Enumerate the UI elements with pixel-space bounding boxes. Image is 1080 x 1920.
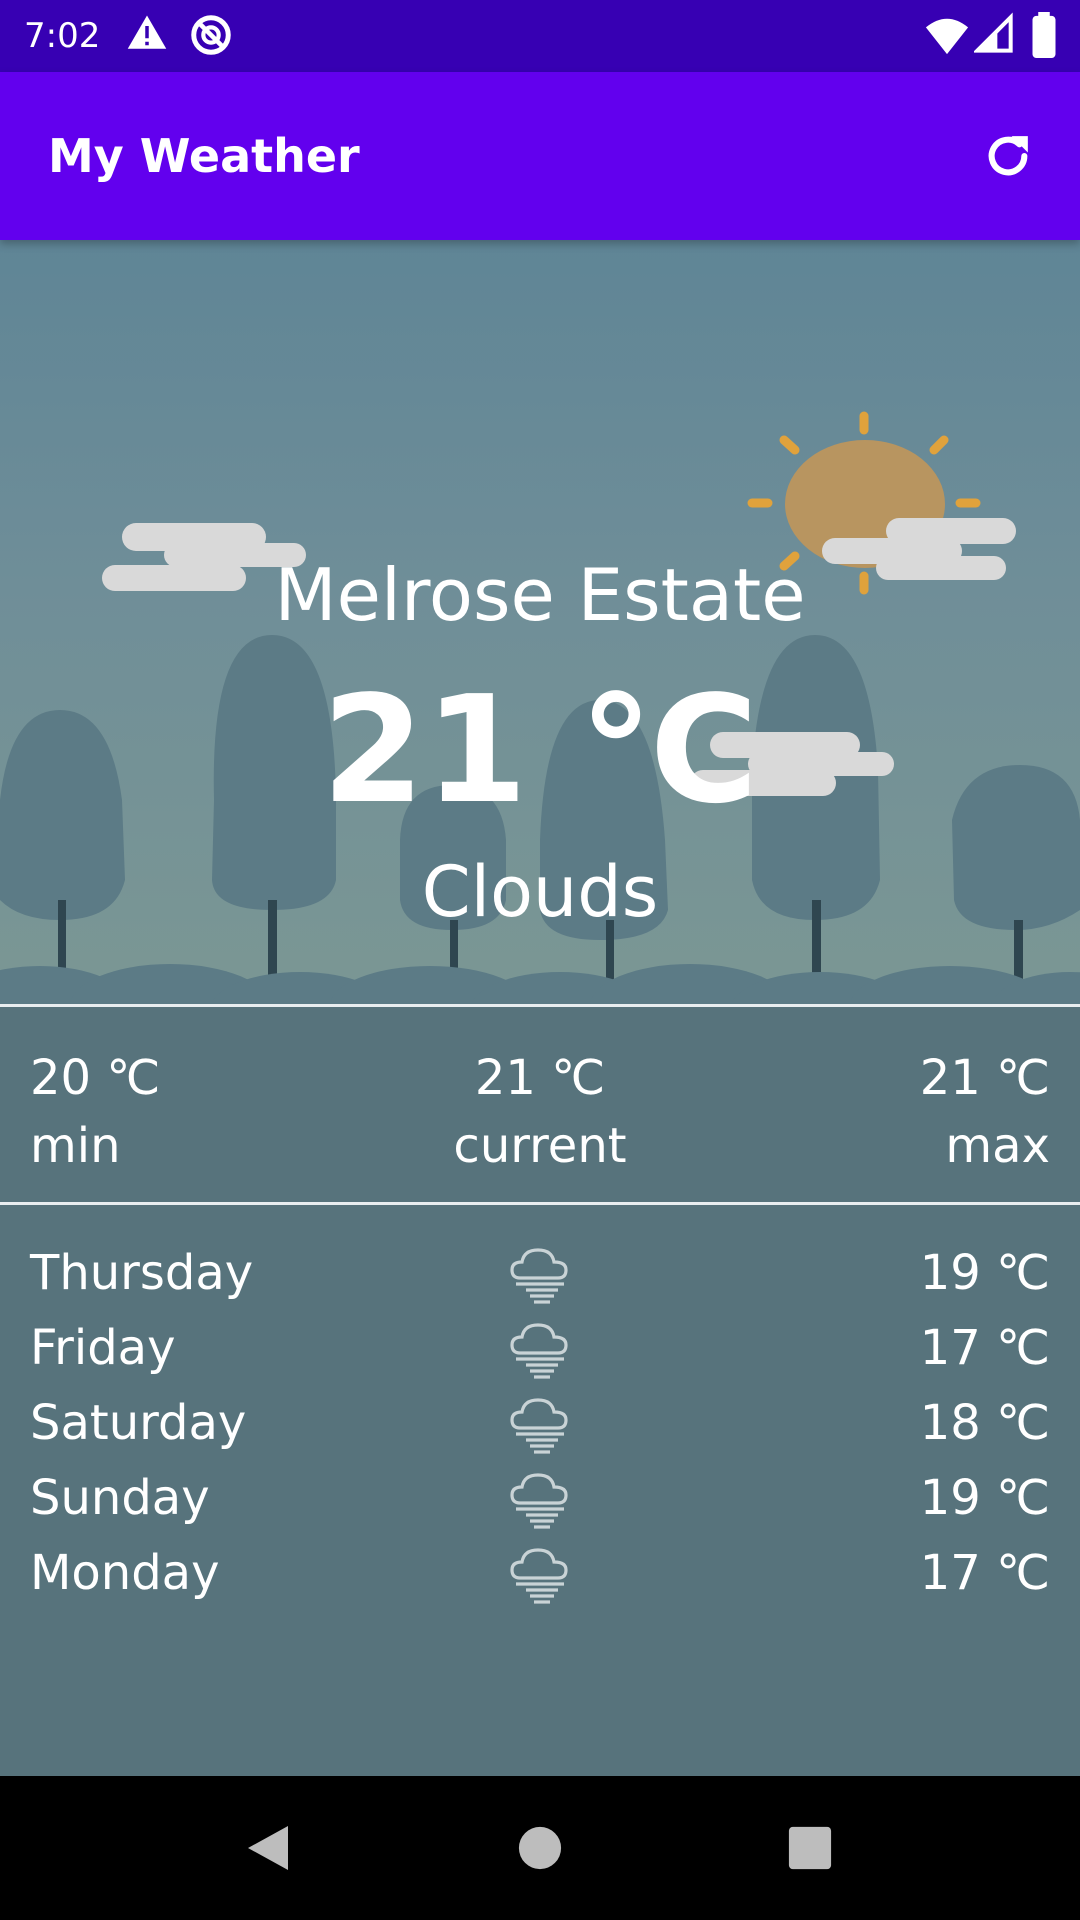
signal-icon [972,12,1014,60]
recents-icon [788,1826,832,1870]
forecast-temp: 17 ℃ [919,1545,1050,1601]
refresh-icon [988,136,1028,176]
forecast-row: Friday 17 ℃ [0,1311,1080,1386]
forecast-row: Saturday 18 ℃ [0,1386,1080,1461]
forecast-day: Friday [30,1320,176,1376]
rain-cloud-icon [510,1398,568,1454]
forecast-list: Thursday 19 ℃ Friday 17 ℃ Saturday 18 ℃ … [0,1236,1080,1611]
weather-condition: Clouds [421,851,659,933]
min-temperature: 20 ℃ min [30,1044,160,1180]
home-icon [518,1826,562,1870]
back-button[interactable] [236,1816,300,1880]
rain-cloud-icon [510,1548,568,1604]
current-summary: 21 ℃ current [390,1044,690,1180]
status-bar: 7:02 [0,0,1080,72]
rain-cloud-icon [510,1248,568,1304]
weather-screen: 7:02 My Weather Melrose Estate 21 ℃ Clou… [0,0,1080,1920]
warning-icon [126,12,168,58]
battery-icon [1030,12,1058,62]
forecast-temp: 18 ℃ [919,1395,1050,1451]
forecast-row: Monday 17 ℃ [0,1536,1080,1611]
forecast-temp: 17 ℃ [919,1320,1050,1376]
wifi-icon [924,12,970,62]
forecast-temp: 19 ℃ [919,1245,1050,1301]
divider [0,1202,1080,1205]
min-value: 20 ℃ [30,1050,161,1106]
current-value: 21 ℃ [474,1050,606,1106]
back-icon [248,1826,288,1870]
forecast-day: Thursday [30,1245,254,1301]
rain-cloud-icon [510,1323,568,1379]
max-temperature: 21 ℃ max [920,1044,1050,1180]
min-label: min [30,1118,121,1174]
app-bar: My Weather [0,72,1080,240]
weather-hero: Melrose Estate 21 ℃ Clouds [0,240,1080,1006]
navigation-bar [0,1776,1080,1920]
city-name: Melrose Estate [274,553,806,637]
divider [0,1004,1080,1007]
current-label: current [453,1118,627,1174]
max-label: max [945,1118,1050,1174]
forecast-day: Monday [30,1545,220,1601]
recents-button[interactable] [778,1816,842,1880]
forecast-day: Saturday [30,1395,247,1451]
forecast-day: Sunday [30,1470,210,1526]
max-value: 21 ℃ [919,1050,1050,1106]
forecast-row: Thursday 19 ℃ [0,1236,1080,1311]
info-panel: 20 ℃ min 21 ℃ current 21 ℃ max Thursday … [0,1004,1080,1776]
rain-cloud-icon [510,1473,568,1529]
do-not-disturb-icon [188,12,234,62]
refresh-button[interactable] [972,120,1044,192]
forecast-row: Sunday 19 ℃ [0,1461,1080,1536]
current-temperature: 21 ℃ [321,664,759,836]
status-time: 7:02 [24,16,101,56]
app-title: My Weather [48,129,360,183]
home-button[interactable] [508,1816,572,1880]
forecast-temp: 19 ℃ [919,1470,1050,1526]
